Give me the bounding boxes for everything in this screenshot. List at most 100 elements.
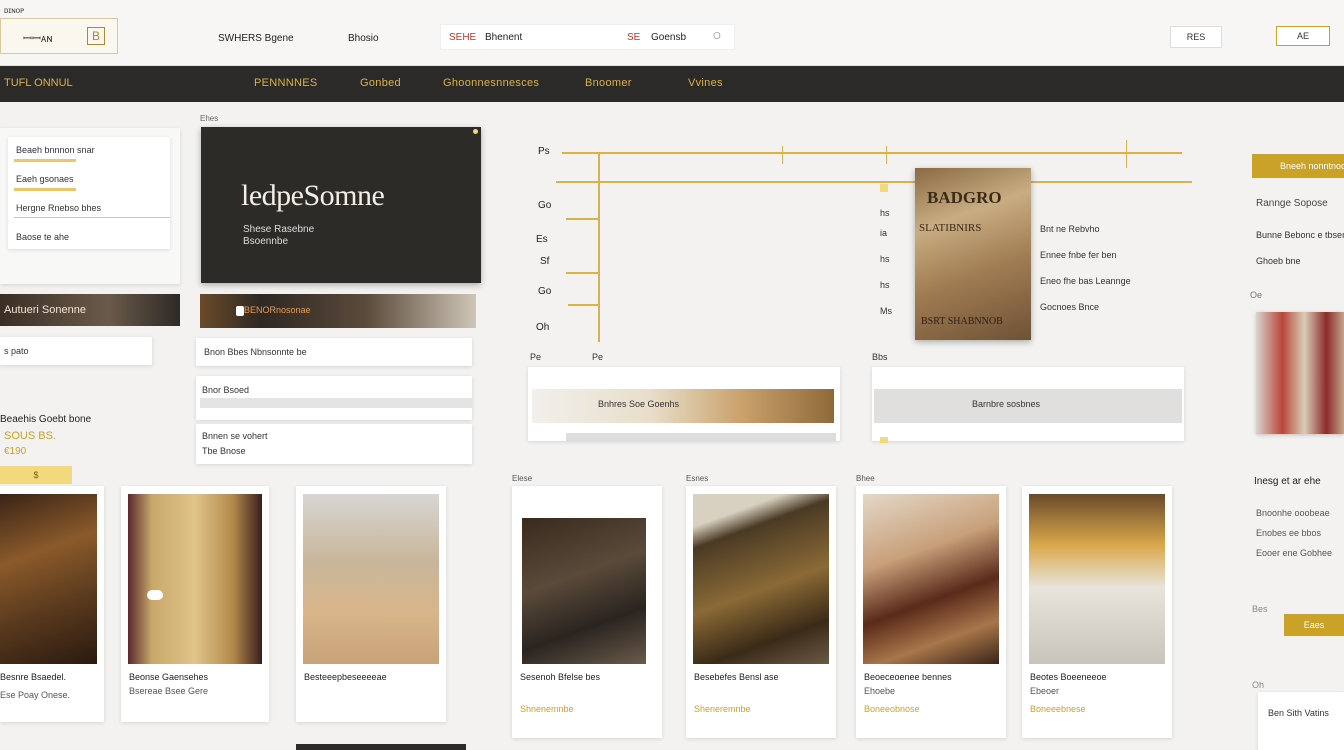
product-image: [303, 494, 439, 664]
right-badge[interactable]: Bneeh nonntnoons: [1252, 154, 1344, 178]
product-subtitle: Ehoebe: [864, 686, 896, 696]
chart-tick: [782, 146, 783, 164]
chart-marker: [880, 184, 888, 192]
product-title: Besebefes Bensl ase: [694, 672, 779, 682]
book-detail: Ennee fnbe fer ben: [1040, 250, 1117, 260]
hero-field-2[interactable]: Bnor Bsoed: [196, 376, 472, 420]
chart-right-label: Ms: [880, 306, 892, 316]
search-icon[interactable]: O: [713, 31, 721, 42]
hero-strip-dot: [236, 306, 244, 316]
logo[interactable]: ꟷꟷᴀɴ B: [0, 18, 118, 54]
product-card[interactable]: Beotes Boeeneeoe Ebeoer Boneeebnese: [1022, 486, 1172, 738]
search-tag: SEHE: [449, 32, 477, 43]
product-card[interactable]: Beoeceoenee bennes Ehoebe Boneeobnose: [856, 486, 1006, 738]
product-group-label: Esnes: [686, 474, 709, 483]
promo-title: Beaehis Goebt bone: [0, 414, 92, 425]
product-price: Shnenemnbe: [520, 704, 574, 714]
filter-item[interactable]: Beaeh bnnnon snar: [16, 145, 95, 155]
chart-branch: [568, 304, 600, 306]
sidebar-field[interactable]: s pato: [0, 337, 152, 365]
hero-field-3-value: Tbe Bnose: [202, 446, 246, 456]
product-image: [0, 494, 97, 664]
product-tag-icon: [147, 590, 163, 600]
featured-book-sub: SLATIBNIRS: [919, 222, 982, 234]
chart-right-label: Bbs: [872, 352, 888, 362]
promo-price: €190: [4, 446, 27, 457]
hero-line-2: Bsoennbe: [243, 236, 289, 247]
chart-y-label: Es: [536, 234, 548, 245]
hero-strip[interactable]: BENORnosonae: [200, 294, 476, 328]
chart-x-label: Pe: [530, 352, 542, 362]
cart-button[interactable]: AE: [1276, 26, 1330, 46]
chart-strip-1[interactable]: Bnhres Soe Goenhs: [528, 367, 840, 441]
right-section-line: Eooer ene Gobhee: [1256, 548, 1333, 558]
sidebar-field-text: s pato: [4, 346, 29, 356]
product-image: [522, 518, 646, 664]
product-card[interactable]: Besebefes Bensl ase Sheneremnbe: [686, 486, 836, 738]
right-button[interactable]: Eaes: [1284, 614, 1344, 636]
hero-field-3[interactable]: Bnnen se vohert Tbe Bnose: [196, 424, 472, 464]
product-image: [1029, 494, 1165, 664]
sidebar-banner[interactable]: Autueri Sonenne: [0, 294, 180, 326]
search-bar[interactable]: SEHE Bhenent SE Goensb O: [440, 24, 735, 50]
product-card[interactable]: Beonse Gaensehes Bsereae Bsee Gere: [121, 486, 269, 722]
nav-item-3[interactable]: Ghoonnesnnesces: [443, 77, 539, 89]
logo-badge: B: [87, 27, 105, 45]
bottom-strip: [296, 744, 466, 750]
nav-item-5[interactable]: Vvines: [688, 77, 723, 89]
product-card[interactable]: Besnre Bsaedel. Ese Poay Onese.: [0, 486, 104, 722]
right-footer-card[interactable]: Ben Sith Vatins: [1258, 692, 1344, 750]
right-product-image[interactable]: [1256, 312, 1344, 434]
filter-divider: [14, 217, 170, 218]
chart-branch: [566, 272, 600, 274]
account-button[interactable]: RES: [1170, 26, 1222, 48]
logo-text: ꟷꟷᴀɴ: [23, 33, 53, 45]
nav-item-1[interactable]: PENNNNES: [254, 77, 318, 89]
chart-y-label: Oh: [536, 322, 550, 333]
promo-button[interactable]: $: [0, 466, 72, 484]
filter-item[interactable]: Baose te ahe: [16, 232, 69, 242]
featured-book-foot: BSRT SHABNNOB: [921, 316, 1003, 327]
product-title: Beoeceoenee bennes: [864, 672, 952, 682]
chart-axis-y: [598, 152, 600, 342]
filter-underline: [14, 159, 76, 162]
header-link-2[interactable]: Bhosio: [348, 33, 379, 44]
hero-field-3-label: Bnnen se vohert: [202, 431, 268, 441]
search-input[interactable]: Bhenent: [485, 32, 522, 43]
product-group-label: Bhee: [856, 474, 875, 483]
filter-underline: [14, 188, 76, 191]
right-line: Bunne Bebonc e tbsen: [1256, 230, 1344, 240]
right-footer-small: Oh: [1252, 680, 1265, 690]
hero-field-1[interactable]: Bnon Bbes Nbnsonnte be: [196, 338, 472, 366]
chart-tick: [886, 146, 887, 164]
chart-strip-2-text: Barnbre sosbnes: [972, 399, 1041, 409]
product-card[interactable]: Sesenoh Bfelse bes Shnenemnbe: [512, 486, 662, 738]
filter-item[interactable]: Eaeh gsonaes: [16, 174, 74, 184]
chart-line-end: [1162, 152, 1180, 154]
nav-item-2[interactable]: Gonbed: [360, 77, 401, 89]
chart-strip-2[interactable]: Barnbre sosbnes: [872, 367, 1184, 443]
product-image: [693, 494, 829, 664]
main-nav: [0, 66, 1344, 102]
product-card[interactable]: Besteeepbeseeeeae: [296, 486, 446, 722]
search-category[interactable]: Goensb: [651, 32, 686, 43]
nav-brand[interactable]: TUFL ONNUL: [4, 77, 73, 89]
header-link-1[interactable]: SWHERS Bgene: [218, 33, 294, 44]
product-title: Besteeepbeseeeeae: [304, 672, 387, 682]
right-label: Oe: [1250, 290, 1263, 300]
book-detail: Bnt ne Rebvho: [1040, 224, 1100, 234]
featured-book[interactable]: BADGRO SLATIBNIRS BSRT SHABNNOB: [915, 168, 1031, 340]
filter-item[interactable]: Hergne Rnebso bhes: [16, 203, 101, 213]
chart-tick: [1126, 140, 1127, 168]
product-group-label: Elese: [512, 474, 533, 483]
chart-strip-1-text: Bnhres Soe Goenhs: [598, 399, 680, 409]
nav-item-4[interactable]: Bnoomer: [585, 77, 632, 89]
hero-sparkle: [473, 129, 478, 134]
product-subtitle: Ebeoer: [1030, 686, 1060, 696]
right-line: Ghoeb bne: [1256, 256, 1301, 266]
product-price: Sheneremnbe: [694, 704, 751, 714]
right-section-title: Inesg et ar ehe: [1254, 476, 1321, 487]
hero-banner[interactable]: ledpeSomne Shese Rasebne Bsoennbe: [201, 127, 481, 283]
chart-y-label: Go: [538, 286, 552, 297]
hero-title: ledpeSomne: [241, 179, 385, 212]
